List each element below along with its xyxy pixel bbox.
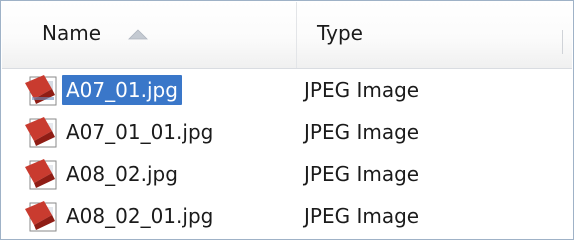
file-row[interactable]: A07_01.jpg JPEG Image [2, 69, 572, 111]
file-type: JPEG Image [304, 78, 420, 102]
file-rows: A07_01.jpg JPEG Image A07_01_01.jpg JPEG… [2, 69, 572, 238]
jpeg-file-icon [25, 75, 57, 106]
jpeg-file-icon [25, 159, 57, 190]
file-name[interactable]: A07_01_01.jpg [62, 117, 217, 147]
file-type: JPEG Image [304, 162, 420, 186]
file-type: JPEG Image [304, 120, 420, 144]
file-row[interactable]: A08_02.jpg JPEG Image [2, 153, 572, 195]
column-header-type[interactable]: Type [297, 2, 567, 68]
column-header-name-label: Name [42, 21, 102, 45]
file-type: JPEG Image [304, 204, 420, 228]
file-row[interactable]: A08_02_01.jpg JPEG Image [2, 195, 572, 237]
file-name[interactable]: A07_01.jpg [62, 75, 182, 105]
file-name[interactable]: A08_02_01.jpg [62, 201, 217, 231]
jpeg-file-icon [25, 117, 57, 148]
column-divider [562, 30, 567, 54]
column-header-bar: Name Type [2, 2, 572, 69]
file-name[interactable]: A08_02.jpg [62, 159, 182, 189]
file-row[interactable]: A07_01_01.jpg JPEG Image [2, 111, 572, 153]
column-header-name[interactable]: Name [2, 2, 297, 68]
sort-ascending-icon [128, 29, 148, 40]
file-list-view: Name Type A07_01.jpg JPEG Image A07_01_0… [0, 0, 574, 240]
column-header-type-label: Type [317, 21, 363, 45]
jpeg-file-icon [25, 201, 57, 232]
